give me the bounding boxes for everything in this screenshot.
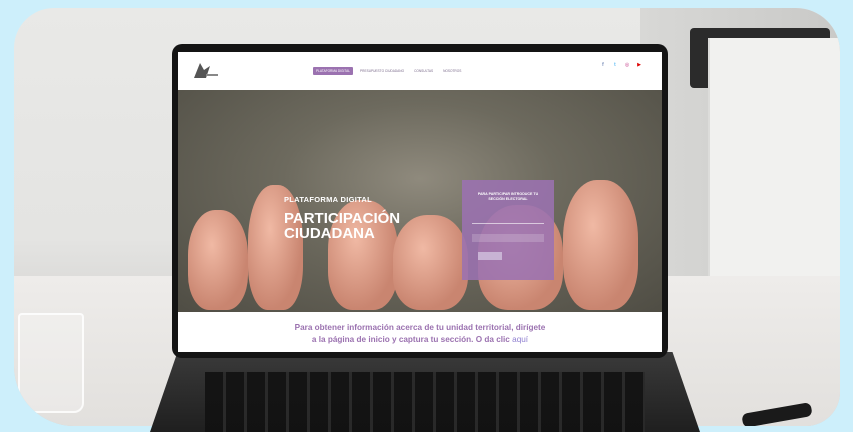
- banner-line2-text: a la página de inicio y captura tu secci…: [311, 335, 510, 344]
- nav-tabs: PLATAFORMA DIGITAL PRESUPUESTO CIUDADANO…: [313, 67, 464, 75]
- twitter-icon[interactable]: t: [612, 62, 618, 68]
- section-panel: PARA PARTICIPAR INTRODUCE TU SECCIÓN ELE…: [462, 180, 554, 280]
- drinking-glass: [18, 313, 84, 413]
- banner-line1: Para obtener información acerca de tu un…: [294, 323, 546, 332]
- hero-title-line1: PARTICIPACIÓN: [284, 210, 401, 227]
- hero-section: PLATAFORMA DIGITAL PARTICIPACIÓN CIUDADA…: [178, 90, 662, 312]
- instagram-icon[interactable]: ◎: [624, 62, 630, 68]
- aqui-link[interactable]: aquí: [512, 335, 528, 344]
- banner-line2: a la página de inicio y captura tu secci…: [178, 334, 662, 346]
- info-banner: Para obtener información acerca de tu un…: [178, 312, 662, 352]
- panel-note: [472, 234, 544, 242]
- hand-image: [563, 180, 638, 310]
- background-cabinet: [708, 38, 840, 298]
- panel-submit-button[interactable]: [478, 252, 502, 260]
- tab-consultas[interactable]: CONSULTAS: [411, 67, 436, 75]
- hand-image: [393, 215, 468, 310]
- laptop-keyboard: [205, 372, 645, 432]
- tab-presupuesto-ciudadano[interactable]: PRESUPUESTO CIUDADANO: [357, 67, 407, 75]
- panel-title: PARA PARTICIPAR INTRODUCE TU SECCIÓN ELE…: [477, 192, 539, 201]
- hero-title-line2: CIUDADANA: [284, 225, 375, 242]
- hand-image: [188, 210, 248, 310]
- hero-kicker: PLATAFORMA DIGITAL: [284, 195, 373, 204]
- hero-title-block: PLATAFORMA DIGITAL PARTICIPACIÓN CIUDADA…: [284, 195, 400, 241]
- tab-plataforma-digital[interactable]: PLATAFORMA DIGITAL: [313, 67, 354, 75]
- site-navbar: PLATAFORMA DIGITAL PRESUPUESTO CIUDADANO…: [178, 52, 662, 90]
- site-logo[interactable]: [190, 60, 220, 82]
- facebook-icon[interactable]: f: [600, 62, 606, 68]
- laptop-screen: PLATAFORMA DIGITAL PRESUPUESTO CIUDADANO…: [178, 52, 662, 352]
- social-links: f t ◎ ▶: [600, 62, 642, 68]
- tab-nosotros[interactable]: NOSOTROS: [440, 67, 464, 75]
- youtube-icon[interactable]: ▶: [636, 62, 642, 68]
- section-input[interactable]: [472, 216, 544, 224]
